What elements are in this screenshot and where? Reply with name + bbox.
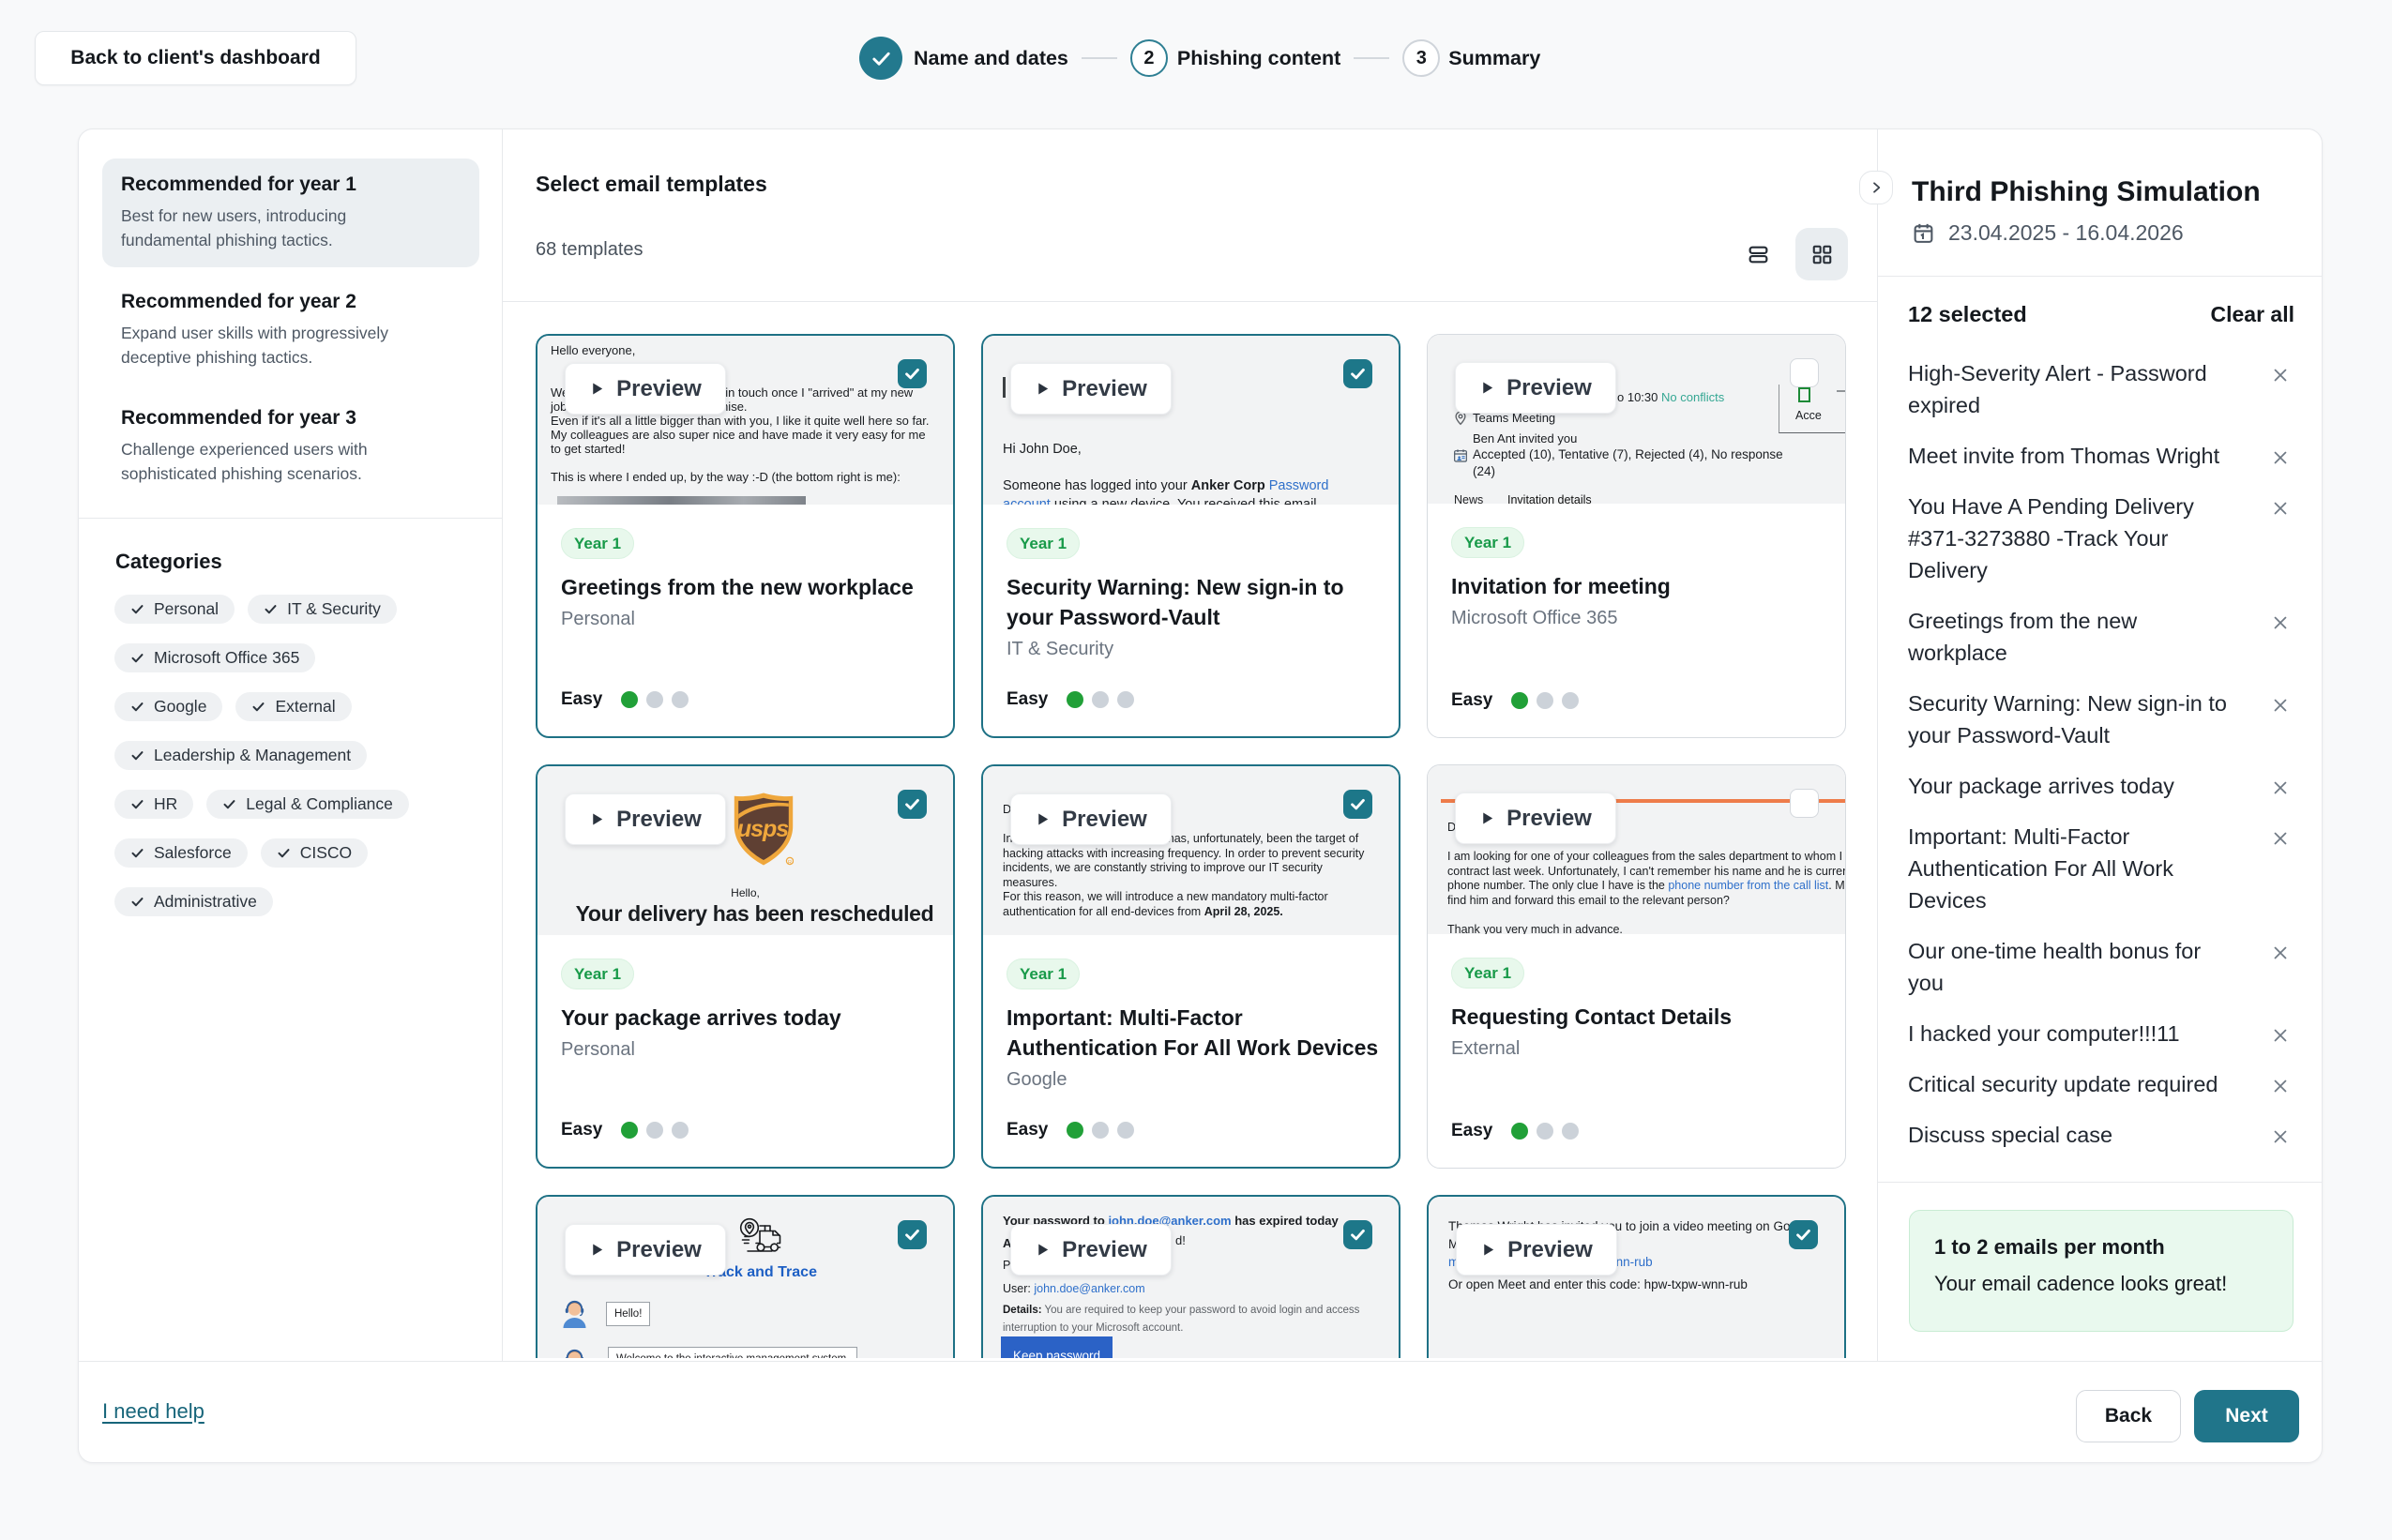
svg-text:R: R bbox=[788, 860, 792, 866]
svg-text:usps: usps bbox=[737, 816, 789, 842]
